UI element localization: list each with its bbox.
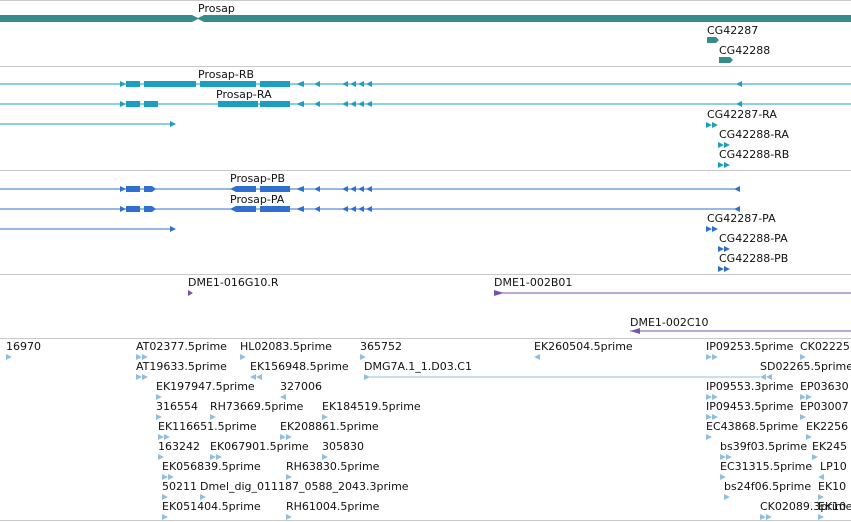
est-label[interactable]: RH63830.5prime xyxy=(286,460,379,473)
est-label[interactable]: RH61004.5prime xyxy=(286,500,379,513)
est-label[interactable]: CK02225 xyxy=(800,340,850,353)
track-bottom-border xyxy=(0,520,851,521)
est-label[interactable]: 163242 xyxy=(158,440,200,453)
est-label[interactable]: 365752 xyxy=(360,340,402,353)
clone-label-002c10[interactable]: DME1-002C10 xyxy=(630,316,709,329)
est-label[interactable]: 305830 xyxy=(322,440,364,453)
est-label[interactable]: AT19633.5prime xyxy=(136,360,227,373)
est-label[interactable]: EK2256 xyxy=(806,420,848,433)
est-label[interactable]: 316554 xyxy=(156,400,198,413)
est-label[interactable]: IP09553.3prime xyxy=(706,380,793,393)
est-label[interactable]: bs39f03.5prime xyxy=(720,440,807,453)
est-label[interactable]: EK10 xyxy=(818,500,846,513)
est-label[interactable]: EK156948.5prime xyxy=(250,360,349,373)
protein-track: Prosap-PB Prosap-PA CG42287-PA CG42288-P… xyxy=(0,170,851,274)
transcript-label-prosap-rb[interactable]: Prosap-RB xyxy=(198,68,254,81)
protein-label-cg42287-pa[interactable]: CG42287-PA xyxy=(707,212,776,225)
est-label[interactable]: Dmel_dig_011187_0588_2043.3prime xyxy=(200,480,409,493)
gene-track: Prosap CG42287 CG42288 xyxy=(0,0,851,64)
est-label[interactable]: IP09453.5prime xyxy=(706,400,793,413)
est-label[interactable]: DMG7A.1_1.D03.C1 xyxy=(364,360,472,373)
est-label[interactable]: EK067901.5prime xyxy=(210,440,309,453)
gene-label-cg42288[interactable]: CG42288 xyxy=(719,44,770,57)
est-label[interactable]: SD02265.5prime xyxy=(760,360,851,373)
clone-models[interactable] xyxy=(0,274,851,338)
est-label[interactable]: EC31315.5prime xyxy=(720,460,812,473)
est-label[interactable]: 16970 xyxy=(6,340,41,353)
protein-label-cg42288-pa[interactable]: CG42288-PA xyxy=(719,232,788,245)
transcript-label-prosap-ra[interactable]: Prosap-RA xyxy=(216,88,272,101)
est-label[interactable]: EK197947.5prime xyxy=(156,380,255,393)
est-label[interactable]: 327006 xyxy=(280,380,322,393)
est-label[interactable]: EK056839.5prime xyxy=(162,460,261,473)
est-label[interactable]: EK208861.5prime xyxy=(280,420,379,433)
est-label[interactable]: LP10 xyxy=(820,460,847,473)
est-label[interactable]: IP09253.5prime xyxy=(706,340,793,353)
est-label[interactable]: bs24f06.5prime xyxy=(724,480,811,493)
est-label[interactable]: AT02377.5prime xyxy=(136,340,227,353)
transcript-label-cg42287-ra[interactable]: CG42287-RA xyxy=(707,108,777,121)
est-track: 16970 AT02377.5prime HL02083.5prime 3657… xyxy=(0,338,851,522)
est-label[interactable]: EK245 xyxy=(812,440,847,453)
transcript-track: Prosap-RB Prosap-RA CG42287-RA CG42288-R… xyxy=(0,66,851,170)
clone-track: DME1-016G10.R DME1-002B01 DME1-002C10 xyxy=(0,274,851,338)
protein-label-prosap-pa[interactable]: Prosap-PA xyxy=(230,193,284,206)
transcript-label-cg42288-rb[interactable]: CG42288-RB xyxy=(719,148,789,161)
clone-label-016g10[interactable]: DME1-016G10.R xyxy=(188,276,279,289)
est-label[interactable]: EP03630 xyxy=(800,380,849,393)
est-label[interactable]: EK184519.5prime xyxy=(322,400,421,413)
est-label[interactable]: EK10 xyxy=(818,480,846,493)
clone-label-002b01[interactable]: DME1-002B01 xyxy=(494,276,572,289)
est-label[interactable]: EK051404.5prime xyxy=(162,500,261,513)
est-label[interactable]: EK116651.5prime xyxy=(158,420,257,433)
est-label[interactable]: EK260504.5prime xyxy=(534,340,633,353)
est-label[interactable]: HL02083.5prime xyxy=(240,340,332,353)
est-label[interactable]: 50211 xyxy=(162,480,197,493)
protein-label-cg42288-pb[interactable]: CG42288-PB xyxy=(719,252,788,265)
est-label[interactable]: EC43868.5prime xyxy=(706,420,798,433)
est-label[interactable]: RH73669.5prime xyxy=(210,400,303,413)
transcript-label-cg42288-ra[interactable]: CG42288-RA xyxy=(719,128,789,141)
est-label[interactable]: EP03007 xyxy=(800,400,849,413)
protein-label-prosap-pb[interactable]: Prosap-PB xyxy=(230,172,285,185)
